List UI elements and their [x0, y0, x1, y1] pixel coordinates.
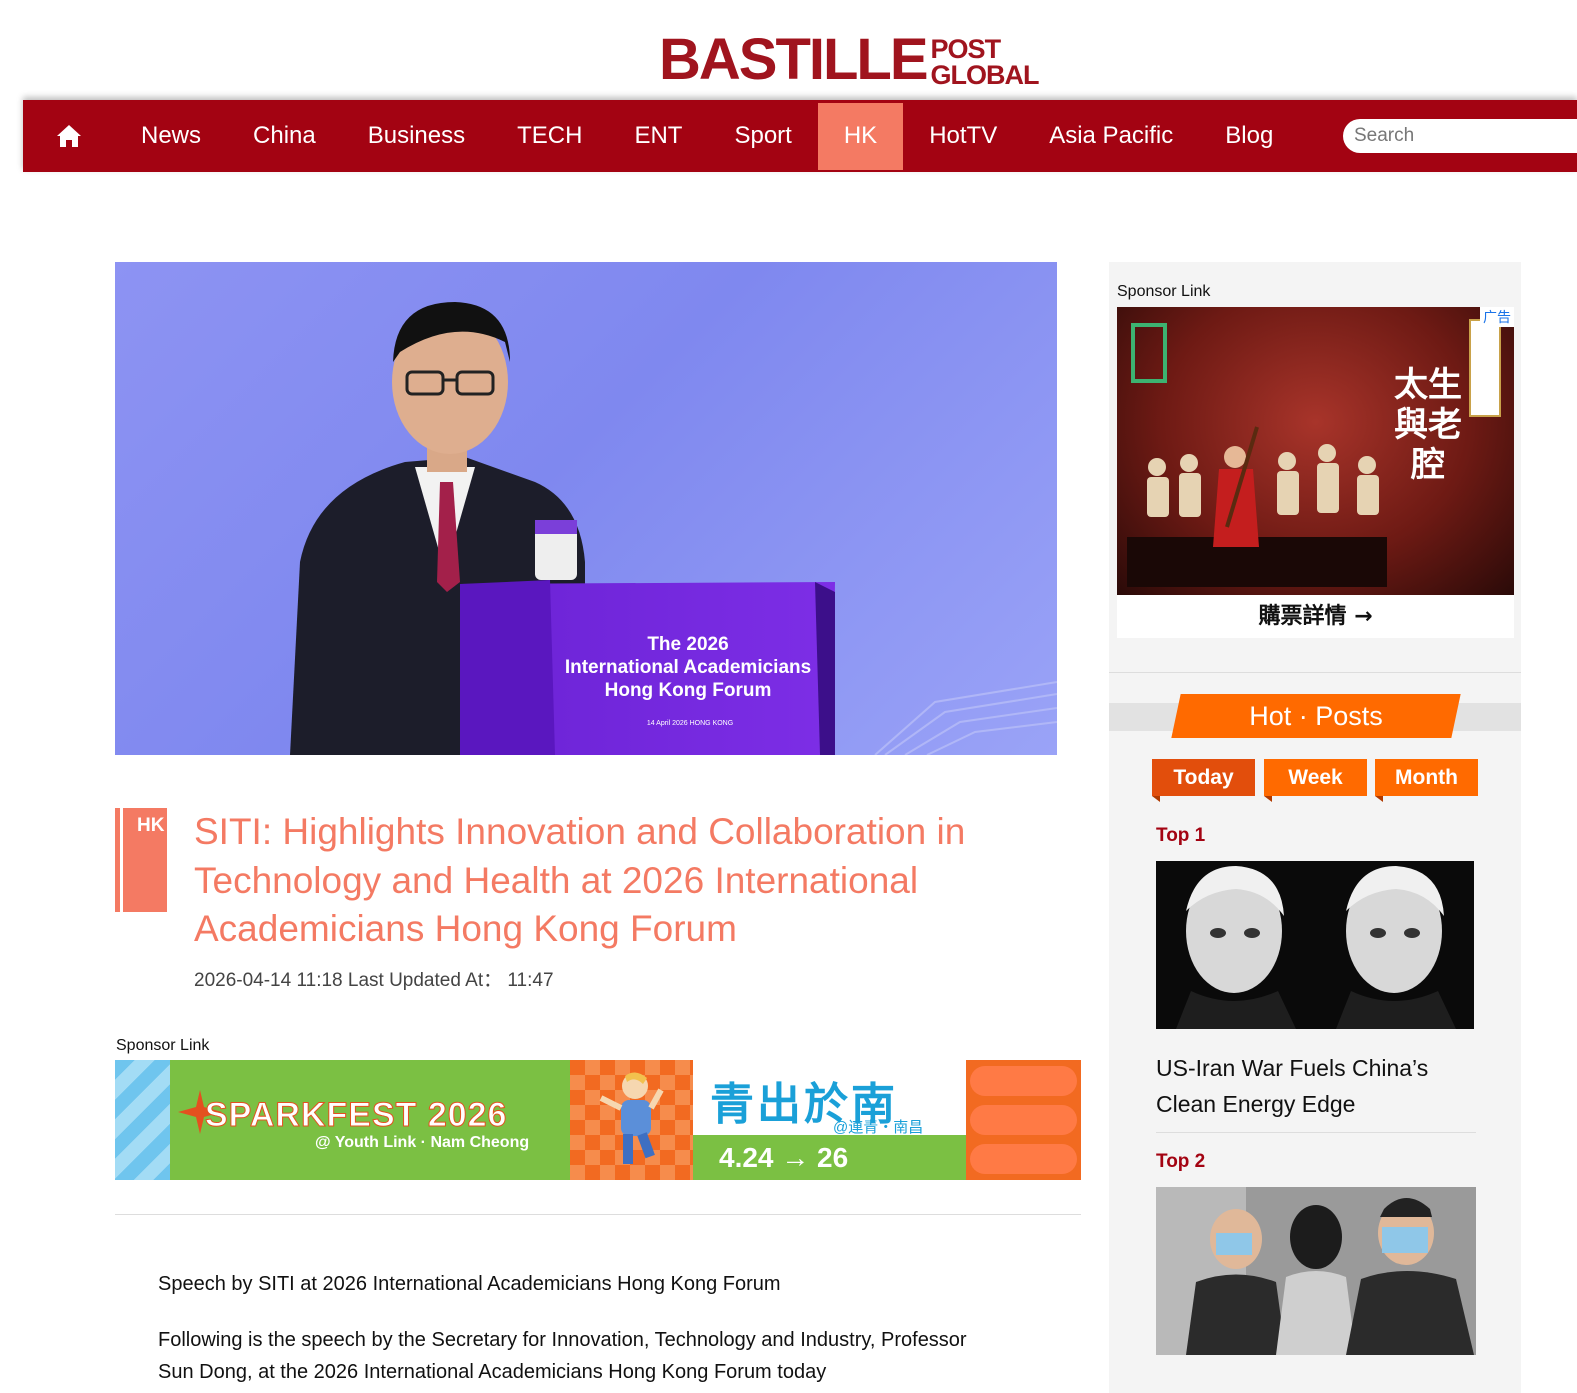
banner-subtitle: @ Youth Link · Nam Cheong: [315, 1134, 530, 1151]
ad-title: 太生與老腔: [1394, 365, 1462, 485]
section-tag[interactable]: HK: [137, 815, 164, 837]
nav-item-china[interactable]: China: [227, 103, 342, 170]
nav-item-hottv[interactable]: HotTV: [903, 103, 1023, 170]
ad-partner-logo: [1469, 319, 1501, 417]
nav-item-ent[interactable]: ENT: [608, 103, 708, 170]
logo-main-text: BASTILLE: [659, 27, 929, 92]
sidebar-sponsor-label: Sponsor Link: [1117, 283, 1211, 300]
article-paragraph: Following is the speech by the Secretary…: [158, 1329, 967, 1383]
search-input[interactable]: [1354, 125, 1554, 147]
article-title: SITI: Highlights Innovation and Collabor…: [194, 811, 966, 949]
ad-cta[interactable]: 購票詳情 →: [1117, 595, 1514, 638]
logo-post-text: POST: [930, 34, 1002, 64]
banner-end-panel: [966, 1060, 1081, 1180]
hero-photo-illustration: The 2026 International Academicians Hong…: [290, 302, 1057, 755]
nav-item-blog[interactable]: Blog: [1199, 103, 1299, 170]
home-icon: [57, 125, 81, 147]
sidebar-ad[interactable]: 太生與老腔 广告 購票詳情 →: [1117, 307, 1514, 638]
top-rank-label: Top 2: [1156, 1151, 1206, 1172]
customs-officers-thumbnail-illustration: [1156, 1187, 1476, 1355]
culture-festival-logo: [1131, 323, 1167, 383]
logo-global-text: GLOBAL: [930, 60, 1040, 90]
ad-badge: 广告: [1480, 307, 1514, 327]
site-logo[interactable]: BASTILLE POST GLOBAL: [659, 27, 1040, 92]
article-meta: 2026-04-14 11:18 Last Updated At： 11:47: [194, 970, 554, 991]
banner-stripe: [115, 1060, 170, 1180]
podium-line3: Hong Kong Forum: [605, 680, 772, 701]
top-rank-label: Top 1: [1156, 825, 1206, 846]
nav-item-business[interactable]: Business: [342, 103, 491, 170]
nav-item-tech[interactable]: TECH: [491, 103, 608, 170]
main-nav: News China Business TECH ENT Sport HK Ho…: [23, 100, 1577, 172]
banner-title: SPARKFEST 2026: [204, 1096, 508, 1135]
tab-week[interactable]: Week: [1264, 759, 1367, 802]
post-thumbnail[interactable]: [1156, 1187, 1476, 1355]
ad-performers-illustration: [1127, 426, 1387, 587]
post-separator: [1156, 1132, 1476, 1133]
search-box[interactable]: [1343, 119, 1577, 153]
article-paragraph: Speech by SITI at 2026 International Aca…: [158, 1273, 781, 1295]
hot-posts-title: Hot · Posts: [1249, 701, 1383, 731]
post-title-link[interactable]: US-Iran War Fuels China’s Clean Energy E…: [1156, 1050, 1476, 1122]
banner-location: @連青・南昌: [833, 1119, 924, 1136]
nav-item-sport[interactable]: Sport: [708, 103, 817, 170]
logo-side-text: POST GLOBAL: [930, 34, 1040, 90]
dancing-figure-icon: [599, 1072, 664, 1164]
sparkfest-ad-banner[interactable]: SPARKFEST 2026 @ Youth Link · Nam Cheong…: [115, 1060, 1081, 1180]
nav-item-asia-pacific[interactable]: Asia Pacific: [1023, 103, 1199, 170]
podium-line2: International Academicians: [565, 657, 811, 678]
nav-item-hk[interactable]: HK: [817, 102, 904, 170]
banner-dates: 4.24 → 26: [693, 1135, 966, 1180]
nav-item-news[interactable]: News: [115, 103, 227, 170]
tab-today[interactable]: Today: [1152, 759, 1255, 802]
content-divider: [115, 1214, 1081, 1215]
banner-character-panel: [570, 1060, 693, 1180]
portrait-thumbnail-illustration: [1176, 866, 1456, 1029]
tab-month[interactable]: Month: [1375, 759, 1478, 802]
ad-image: 太生與老腔: [1117, 307, 1514, 595]
podium-line1: The 2026: [647, 634, 728, 655]
sidebar-separator: [1109, 672, 1521, 673]
post-thumbnail[interactable]: [1156, 861, 1474, 1029]
podium-small: 14 April 2026 HONG KONG: [647, 720, 733, 727]
hero-image: The 2026 International Academicians Hong…: [115, 262, 1057, 755]
sponsor-label: Sponsor Link: [116, 1037, 210, 1054]
banner-green-panel: SPARKFEST 2026 @ Youth Link · Nam Cheong: [170, 1060, 570, 1180]
banner-date-panel: 青出於南 @連青・南昌 4.24 → 26: [693, 1060, 966, 1180]
home-button[interactable]: [23, 100, 115, 172]
